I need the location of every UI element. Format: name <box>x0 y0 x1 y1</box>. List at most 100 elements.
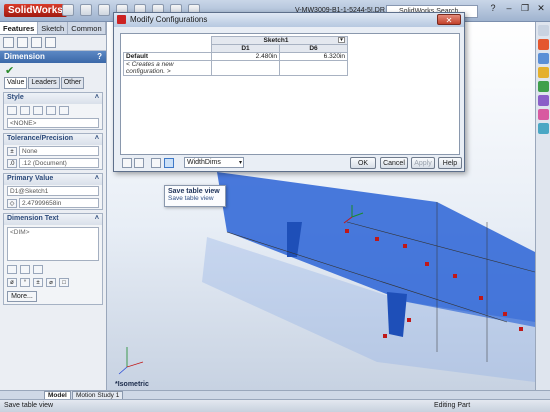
property-manager-icon[interactable] <box>17 37 28 48</box>
style-select[interactable]: <NONE> <box>7 118 99 128</box>
configurations-table-area: Sketch1 ▾ D1 D6 Default 2.480in 6.320in <… <box>120 33 460 155</box>
ok-check-icon[interactable]: ✔ <box>0 63 106 77</box>
table-cell[interactable] <box>211 60 280 76</box>
tolerance-group: Tolerance/Precision ˄ ± None .0.12 (Docume… <box>3 133 103 170</box>
feature-tree-icon[interactable] <box>3 37 14 48</box>
filter-icon[interactable] <box>134 158 144 168</box>
view-palette-icon[interactable] <box>538 95 549 106</box>
dimension-text-area[interactable]: <DIM> <box>7 227 99 261</box>
tolerance-type-icon: ± <box>7 146 17 156</box>
status-bar: Save table view Editing Part <box>0 399 550 412</box>
close-button[interactable]: ✕ <box>534 3 548 15</box>
tooltip: Save table view Save table view <box>164 185 226 207</box>
dimension-name-field[interactable]: D1@Sketch1 <box>7 186 99 196</box>
configurations-table: Sketch1 ▾ D1 D6 Default 2.480in 6.320in <… <box>123 36 348 76</box>
apply-button[interactable]: Apply <box>411 157 435 169</box>
justify-icon[interactable] <box>20 265 30 274</box>
minimize-button[interactable]: – <box>502 3 516 15</box>
bottom-tabs: Model Motion Study 1 <box>0 390 550 400</box>
style-group: Style ˄ <NONE> <box>3 92 103 130</box>
symbol-icon[interactable]: ⌀ <box>46 278 56 287</box>
appearances-icon[interactable] <box>538 109 549 120</box>
group-title: Tolerance/Precision <box>7 135 74 142</box>
table-cell[interactable]: 2.480in <box>211 52 280 61</box>
dialog-footer: WidthDims ▾ OK Cancel Apply Help <box>120 157 462 170</box>
dialog-title-bar: Modify Configurations ✕ <box>114 13 464 27</box>
column-header[interactable]: D1 <box>211 44 280 53</box>
collapse-icon[interactable]: ˄ <box>95 175 99 184</box>
orientation-triad-icon <box>118 347 144 375</box>
style-icon[interactable] <box>59 106 69 115</box>
precision-select[interactable]: .12 (Document) <box>19 158 99 168</box>
symbol-icon[interactable]: ° <box>20 278 30 287</box>
tab-sketch[interactable]: Sketch <box>38 22 69 34</box>
justify-icon[interactable] <box>33 265 43 274</box>
tooltip-title: Save table view <box>168 188 220 195</box>
tab-value[interactable]: Value <box>4 77 28 89</box>
configuration-manager-icon[interactable] <box>31 37 42 48</box>
collapse-icon[interactable]: ˄ <box>95 135 99 144</box>
dialog-title: Modify Configurations <box>130 15 208 24</box>
symbol-icon[interactable]: ± <box>33 278 43 287</box>
help-icon[interactable]: ? <box>97 52 102 62</box>
config-name[interactable]: Default <box>123 52 212 61</box>
ok-button[interactable]: OK <box>350 157 376 169</box>
style-icon[interactable] <box>20 106 30 115</box>
dropdown-icon[interactable]: ▾ <box>338 37 345 43</box>
table-cell[interactable] <box>279 60 348 76</box>
style-icon[interactable] <box>33 106 43 115</box>
page-title: Dimension <box>4 52 45 61</box>
design-library-icon[interactable] <box>538 53 549 64</box>
search-icon[interactable] <box>538 81 549 92</box>
resources-icon[interactable] <box>538 39 549 50</box>
dialog-close-button[interactable]: ✕ <box>437 14 461 25</box>
save-icon[interactable] <box>98 4 110 16</box>
symbol-icon[interactable]: ø <box>7 278 17 287</box>
property-manager-header: Dimension ? <box>0 51 106 63</box>
style-icon[interactable] <box>46 106 56 115</box>
dimension-text-group: Dimension Text ˄ <DIM> ø ° ± ⌀ □ More... <box>3 213 103 305</box>
table-view-select[interactable]: WidthDims ▾ <box>184 157 244 168</box>
restore-button[interactable]: ❐ <box>518 3 532 15</box>
table-cell[interactable]: 6.320in <box>279 52 348 61</box>
pin-icon[interactable] <box>538 25 549 36</box>
file-explorer-icon[interactable] <box>538 67 549 78</box>
custom-properties-icon[interactable] <box>538 123 549 134</box>
column-header[interactable]: D6 <box>279 44 348 53</box>
tab-features[interactable]: Features <box>0 22 39 34</box>
dimxpert-icon[interactable] <box>45 37 56 48</box>
style-icon[interactable] <box>7 106 17 115</box>
precision-icon: .0 <box>7 158 17 168</box>
collapse-icon[interactable]: ˄ <box>95 94 99 103</box>
tab-leaders[interactable]: Leaders <box>28 77 60 89</box>
new-config-row[interactable]: < Creates a new configuration. > <box>123 60 212 76</box>
tooltip-body: Save table view <box>168 195 214 202</box>
new-file-icon[interactable] <box>62 4 74 16</box>
justify-icon[interactable] <box>7 265 17 274</box>
tab-other[interactable]: Other <box>60 77 85 89</box>
task-pane-strip <box>535 22 550 390</box>
primary-value-group: Primary Value ˄ D1@Sketch1 ◇ 2.47999658in <box>3 173 103 210</box>
table-row: < Creates a new configuration. > <box>123 60 348 76</box>
more-button[interactable]: More... <box>7 291 37 302</box>
table-icon[interactable] <box>122 158 132 168</box>
collapse-icon[interactable]: ˄ <box>95 215 99 224</box>
tolerance-type-select[interactable]: None <box>19 146 99 156</box>
open-icon[interactable] <box>80 4 92 16</box>
view-orientation-label: *Isometric <box>115 381 149 388</box>
save-table-view-icon[interactable] <box>164 158 174 168</box>
property-manager-panel: Features Sketch Common Dimension ? ✔ Val… <box>0 22 107 390</box>
help-button[interactable]: Help <box>438 157 462 169</box>
manager-tabs <box>0 35 106 51</box>
tab-common[interactable]: Common <box>68 22 106 34</box>
command-manager-tabs: Features Sketch Common <box>0 22 106 35</box>
feature-header: Sketch1 ▾ <box>211 36 348 45</box>
modify-configurations-dialog: Modify Configurations ✕ Sketch1 ▾ D1 D6 D… <box>113 12 465 172</box>
solidworks-logo[interactable]: SolidWorks <box>4 4 67 17</box>
symbol-icon[interactable]: □ <box>59 278 69 287</box>
property-subtabs: Value Leaders Other <box>0 77 106 89</box>
help-icon[interactable]: ? <box>486 3 500 15</box>
dimension-value-field[interactable]: 2.47999658in <box>19 198 99 208</box>
open-table-icon[interactable] <box>151 158 161 168</box>
cancel-button[interactable]: Cancel <box>380 157 408 169</box>
